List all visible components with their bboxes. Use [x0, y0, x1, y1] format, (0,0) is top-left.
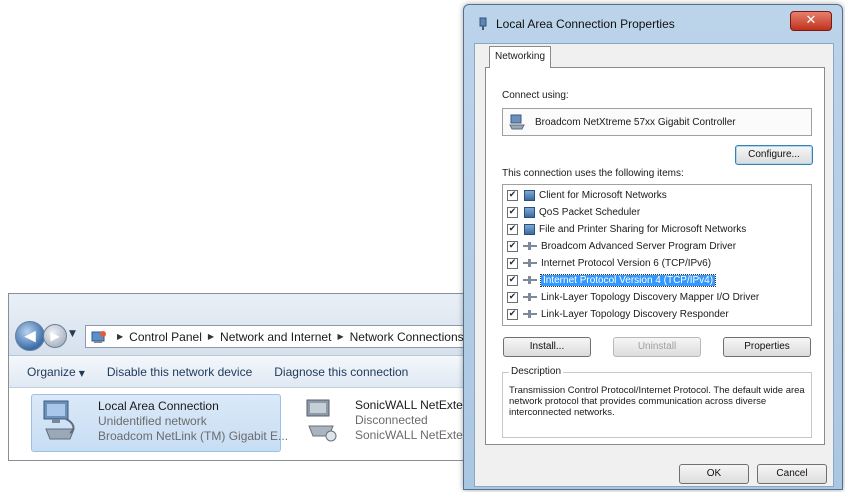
connect-using-label: Connect using:	[502, 90, 569, 101]
connection-item-local-area[interactable]: Local Area Connection Unidentified netwo…	[31, 394, 288, 452]
local-area-connection-properties-dialog: Local Area Connection Properties ✕ Netwo…	[463, 4, 843, 490]
breadcrumb-network-and-internet[interactable]: Network and Internet	[220, 330, 331, 344]
protocol-icon	[523, 293, 537, 301]
network-client-icon	[524, 189, 535, 201]
command-bar: Organize ▼ Disable this network device Di…	[9, 356, 469, 388]
item-label: Broadcom Advanced Server Program Driver	[541, 240, 737, 252]
network-adapter-icon	[509, 114, 527, 130]
list-item-selected[interactable]: ✔ Internet Protocol Version 4 (TCP/IPv4)	[507, 272, 717, 288]
item-label: File and Printer Sharing for Microsoft N…	[539, 223, 747, 235]
network-service-icon	[524, 223, 535, 235]
protocol-icon	[523, 310, 537, 318]
dialog-body: Networking Connect using: Broadcom NetXt…	[474, 43, 834, 487]
navigation-bar: ◀ ▶ ▼ ▶ Control Panel ▶ Network and Inte…	[9, 294, 469, 356]
recent-pages-dropdown-icon[interactable]: ▼	[69, 329, 76, 339]
control-panel-icon	[91, 330, 107, 344]
connection-item-sonicwall[interactable]: SonicWALL NetExtender Disconnected Sonic…	[299, 394, 470, 452]
description-text: Transmission Control Protocol/Internet P…	[509, 385, 805, 418]
adapter-name: Broadcom NetXtreme 57xx Gigabit Controll…	[535, 116, 736, 128]
connection-details: SonicWALL NetExtender Disconnected Sonic…	[355, 398, 470, 443]
address-bar[interactable]: ▶ Control Panel ▶ Network and Internet ▶…	[85, 325, 469, 348]
item-checkbox[interactable]: ✔	[507, 291, 518, 303]
list-item[interactable]: ✔ QoS Packet Scheduler	[507, 204, 640, 220]
item-label: Internet Protocol Version 4 (TCP/IPv4)	[539, 273, 717, 287]
list-item[interactable]: ✔ File and Printer Sharing for Microsoft…	[507, 221, 746, 237]
item-checkbox[interactable]: ✔	[507, 206, 518, 218]
disable-device-button[interactable]: Disable this network device	[107, 365, 252, 379]
network-connections-window: ◀ ▶ ▼ ▶ Control Panel ▶ Network and Inte…	[8, 293, 470, 461]
connection-name: Local Area Connection	[98, 399, 219, 413]
network-adapter-icon	[40, 399, 80, 445]
connection-items-list: ✔ Client for Microsoft Networks ✔ QoS Pa…	[502, 184, 812, 326]
connection-adapter: SonicWALL NetExtender	[355, 428, 470, 442]
connection-status: Disconnected	[355, 413, 428, 427]
connection-details: Local Area Connection Unidentified netwo…	[98, 399, 288, 444]
configure-button[interactable]: Configure...	[735, 145, 813, 165]
item-checkbox[interactable]: ✔	[507, 274, 518, 286]
connections-list: Local Area Connection Unidentified netwo…	[9, 388, 470, 460]
cancel-button[interactable]: Cancel	[757, 464, 827, 484]
item-checkbox[interactable]: ✔	[507, 189, 518, 201]
item-checkbox[interactable]: ✔	[507, 257, 518, 269]
organize-label: Organize	[27, 364, 76, 379]
organize-button[interactable]: Organize ▼	[27, 365, 85, 379]
dialog-title: Local Area Connection Properties	[496, 17, 675, 31]
list-item[interactable]: ✔ Link-Layer Topology Discovery Mapper I…	[507, 289, 759, 305]
properties-button[interactable]: Properties	[723, 337, 811, 357]
description-group: Description Transmission Control Protoco…	[502, 366, 812, 438]
connection-adapter: Broadcom NetLink (TM) Gigabit E...	[98, 429, 289, 443]
protocol-icon	[523, 242, 537, 250]
description-title: Description	[509, 366, 564, 377]
breadcrumb-control-panel[interactable]: Control Panel	[129, 330, 202, 344]
protocol-icon	[523, 276, 537, 284]
list-item[interactable]: ✔ Client for Microsoft Networks	[507, 187, 667, 203]
breadcrumb-network-connections[interactable]: Network Connections	[350, 330, 464, 344]
list-item[interactable]: ✔ Broadcom Advanced Server Program Drive…	[507, 238, 736, 254]
tab-networking[interactable]: Networking	[489, 46, 551, 68]
uninstall-button[interactable]: Uninstall	[613, 337, 701, 357]
network-adapter-disconnected-icon	[301, 398, 341, 444]
item-label: Client for Microsoft Networks	[539, 189, 667, 201]
install-button[interactable]: Install...	[503, 337, 591, 357]
item-label: Link-Layer Topology Discovery Responder	[541, 308, 729, 320]
ok-button[interactable]: OK	[679, 464, 749, 484]
close-button[interactable]: ✕	[790, 11, 832, 31]
breadcrumb-separator-icon: ▶	[207, 332, 215, 341]
items-label: This connection uses the following items…	[502, 168, 684, 179]
protocol-icon	[523, 259, 537, 267]
network-connection-icon	[476, 17, 490, 31]
breadcrumb-separator-icon: ▶	[337, 332, 344, 341]
adapter-field: Broadcom NetXtreme 57xx Gigabit Controll…	[502, 108, 812, 136]
forward-arrow-icon: ▶	[50, 329, 60, 343]
dropdown-arrow-icon: ▼	[78, 368, 85, 378]
back-arrow-icon: ◀	[24, 326, 36, 345]
item-checkbox[interactable]: ✔	[507, 308, 518, 320]
item-label: QoS Packet Scheduler	[539, 206, 641, 218]
back-button[interactable]: ◀	[15, 321, 45, 351]
connection-status: Unidentified network	[98, 414, 207, 428]
breadcrumb-separator-icon: ▶	[117, 332, 124, 341]
item-checkbox[interactable]: ✔	[507, 223, 518, 235]
list-item[interactable]: ✔ Internet Protocol Version 6 (TCP/IPv6)	[507, 255, 711, 271]
forward-button[interactable]: ▶	[43, 324, 67, 348]
item-label: Link-Layer Topology Discovery Mapper I/O…	[541, 291, 760, 303]
connection-name: SonicWALL NetExtender	[355, 398, 470, 412]
item-label: Internet Protocol Version 6 (TCP/IPv6)	[541, 257, 712, 269]
diagnose-connection-button[interactable]: Diagnose this connection	[274, 365, 408, 379]
item-checkbox[interactable]: ✔	[507, 240, 518, 252]
list-item[interactable]: ✔ Link-Layer Topology Discovery Responde…	[507, 306, 729, 322]
network-service-icon	[524, 206, 535, 218]
networking-tab-page: Connect using: Broadcom NetXtreme 57xx G…	[485, 67, 825, 445]
title-bar[interactable]: Local Area Connection Properties ✕	[464, 5, 842, 41]
close-icon: ✕	[805, 13, 817, 28]
